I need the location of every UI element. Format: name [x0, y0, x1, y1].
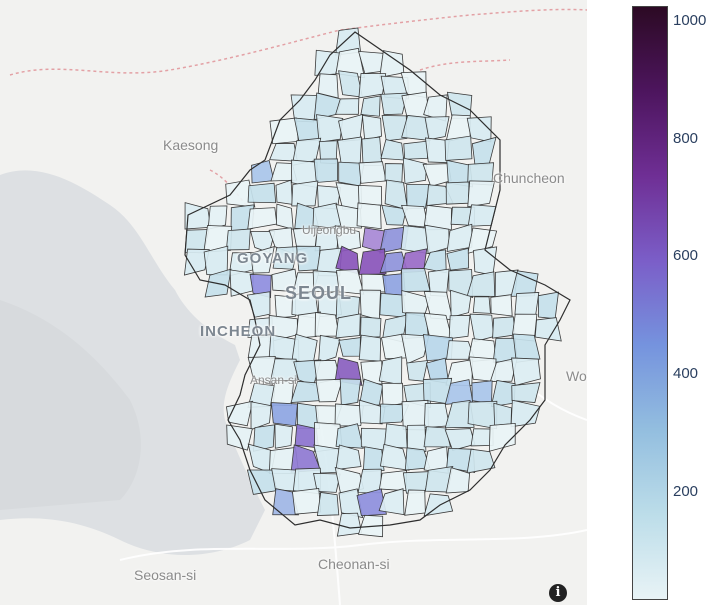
region-polygon[interactable]	[360, 95, 381, 117]
region-polygon[interactable]	[291, 180, 319, 207]
region-polygon[interactable]	[488, 422, 516, 452]
region-polygon[interactable]	[403, 140, 430, 160]
place-label-seosan: Seosan-si	[134, 567, 197, 583]
region-polygon[interactable]	[316, 491, 340, 516]
region-polygon[interactable]	[400, 204, 429, 228]
region-polygon[interactable]	[293, 117, 321, 142]
region-polygon[interactable]	[406, 424, 427, 453]
region-polygon[interactable]	[467, 400, 498, 430]
place-label-wonju: Wo	[566, 368, 587, 384]
region-polygon[interactable]	[291, 488, 322, 515]
region-polygon[interactable]	[247, 182, 277, 204]
region-polygon[interactable]	[514, 292, 540, 315]
place-label-chuncheon: Chuncheon	[493, 170, 565, 186]
region-polygon[interactable]	[404, 489, 426, 516]
region-polygon[interactable]	[493, 402, 512, 426]
region-polygon[interactable]	[490, 294, 513, 317]
region-polygon[interactable]	[424, 224, 450, 255]
region-polygon[interactable]	[359, 289, 381, 321]
region-polygon[interactable]	[251, 159, 275, 184]
region-polygon[interactable]	[406, 184, 430, 210]
region-polygon[interactable]	[469, 313, 494, 342]
colorbar-tick-600: 600	[673, 247, 699, 264]
region-polygon[interactable]	[381, 382, 404, 408]
region-polygon[interactable]	[446, 247, 470, 271]
region-polygon[interactable]	[472, 296, 491, 314]
region-polygon[interactable]	[473, 246, 498, 276]
region-polygon[interactable]	[226, 400, 254, 427]
region-polygon[interactable]	[534, 317, 562, 342]
region-polygon[interactable]	[467, 180, 495, 208]
region-polygon[interactable]	[361, 114, 382, 141]
colorbar	[632, 6, 668, 600]
colorbar-tick-200: 200	[673, 483, 699, 500]
map-area[interactable]: Kaesong Chuncheon Cheonan-si Seosan-si U…	[0, 0, 587, 605]
region-polygon[interactable]	[537, 291, 559, 320]
place-label-ansan: Ansan-si	[250, 373, 297, 387]
place-label-cheonan: Cheonan-si	[318, 556, 390, 572]
region-polygon[interactable]	[362, 446, 385, 473]
region-polygon[interactable]	[358, 161, 387, 184]
region-polygon[interactable]	[492, 316, 516, 339]
region-polygon[interactable]	[357, 184, 383, 206]
region-polygon[interactable]	[315, 378, 344, 403]
region-polygon[interactable]	[378, 356, 403, 386]
colorbar-tick-1000: 1000	[673, 12, 707, 29]
region-polygon[interactable]	[361, 136, 383, 166]
region-polygon[interactable]	[380, 139, 405, 161]
region-polygon[interactable]	[358, 334, 382, 362]
region-polygon[interactable]	[424, 116, 450, 141]
region-polygon[interactable]	[444, 135, 473, 161]
region-polygon[interactable]	[401, 268, 431, 293]
region-polygon[interactable]	[334, 403, 364, 427]
region-polygon[interactable]	[335, 313, 361, 339]
colorbar-tick-800: 800	[673, 130, 699, 147]
region-polygon[interactable]	[269, 117, 299, 145]
region-polygon[interactable]	[471, 380, 493, 404]
region-polygon[interactable]	[378, 469, 408, 492]
region-polygon[interactable]	[270, 402, 298, 427]
region-polygon[interactable]	[423, 403, 450, 429]
city-label-goyang: GOYANG	[237, 250, 309, 267]
region-polygon[interactable]	[511, 357, 541, 386]
region-polygon[interactable]	[339, 378, 362, 406]
region-polygon[interactable]	[274, 423, 293, 449]
region-polygon[interactable]	[357, 468, 382, 494]
region-polygon[interactable]	[510, 399, 541, 428]
region-polygon[interactable]	[338, 337, 361, 357]
region-polygon[interactable]	[318, 334, 341, 364]
region-polygons[interactable]	[183, 27, 571, 538]
region-polygon[interactable]	[313, 158, 339, 183]
region-polygon[interactable]	[511, 382, 541, 403]
region-polygon[interactable]	[445, 181, 470, 205]
region-polygon[interactable]	[275, 203, 294, 230]
region-polygon[interactable]	[335, 444, 362, 470]
region-polygon[interactable]	[383, 423, 408, 449]
region-polygon[interactable]	[356, 202, 382, 230]
region-polygon[interactable]	[406, 360, 429, 382]
region-polygon[interactable]	[291, 333, 318, 363]
city-label-incheon: INCHEON	[200, 323, 277, 340]
region-polygon[interactable]	[448, 314, 471, 340]
region-polygon[interactable]	[247, 207, 278, 230]
place-label-kaesong: Kaesong	[163, 137, 219, 153]
region-polygon[interactable]	[360, 316, 382, 339]
region-polygon[interactable]	[423, 493, 454, 517]
region-polygon[interactable]	[402, 157, 428, 185]
colorbar-tick-400: 400	[673, 365, 699, 382]
region-polygon[interactable]	[336, 512, 363, 537]
place-label-uijeongbu: Uijeongbu	[302, 223, 357, 237]
city-label-seoul: SEOUL	[285, 283, 353, 303]
region-polygon[interactable]	[275, 179, 293, 205]
region-polygon[interactable]	[337, 136, 362, 166]
info-icon[interactable]: i	[549, 584, 567, 602]
region-polygon[interactable]	[314, 312, 340, 337]
region-polygon[interactable]	[471, 136, 497, 166]
region-polygon[interactable]	[225, 228, 251, 251]
region-polygon[interactable]	[229, 269, 254, 297]
region-polygon[interactable]	[378, 488, 405, 516]
